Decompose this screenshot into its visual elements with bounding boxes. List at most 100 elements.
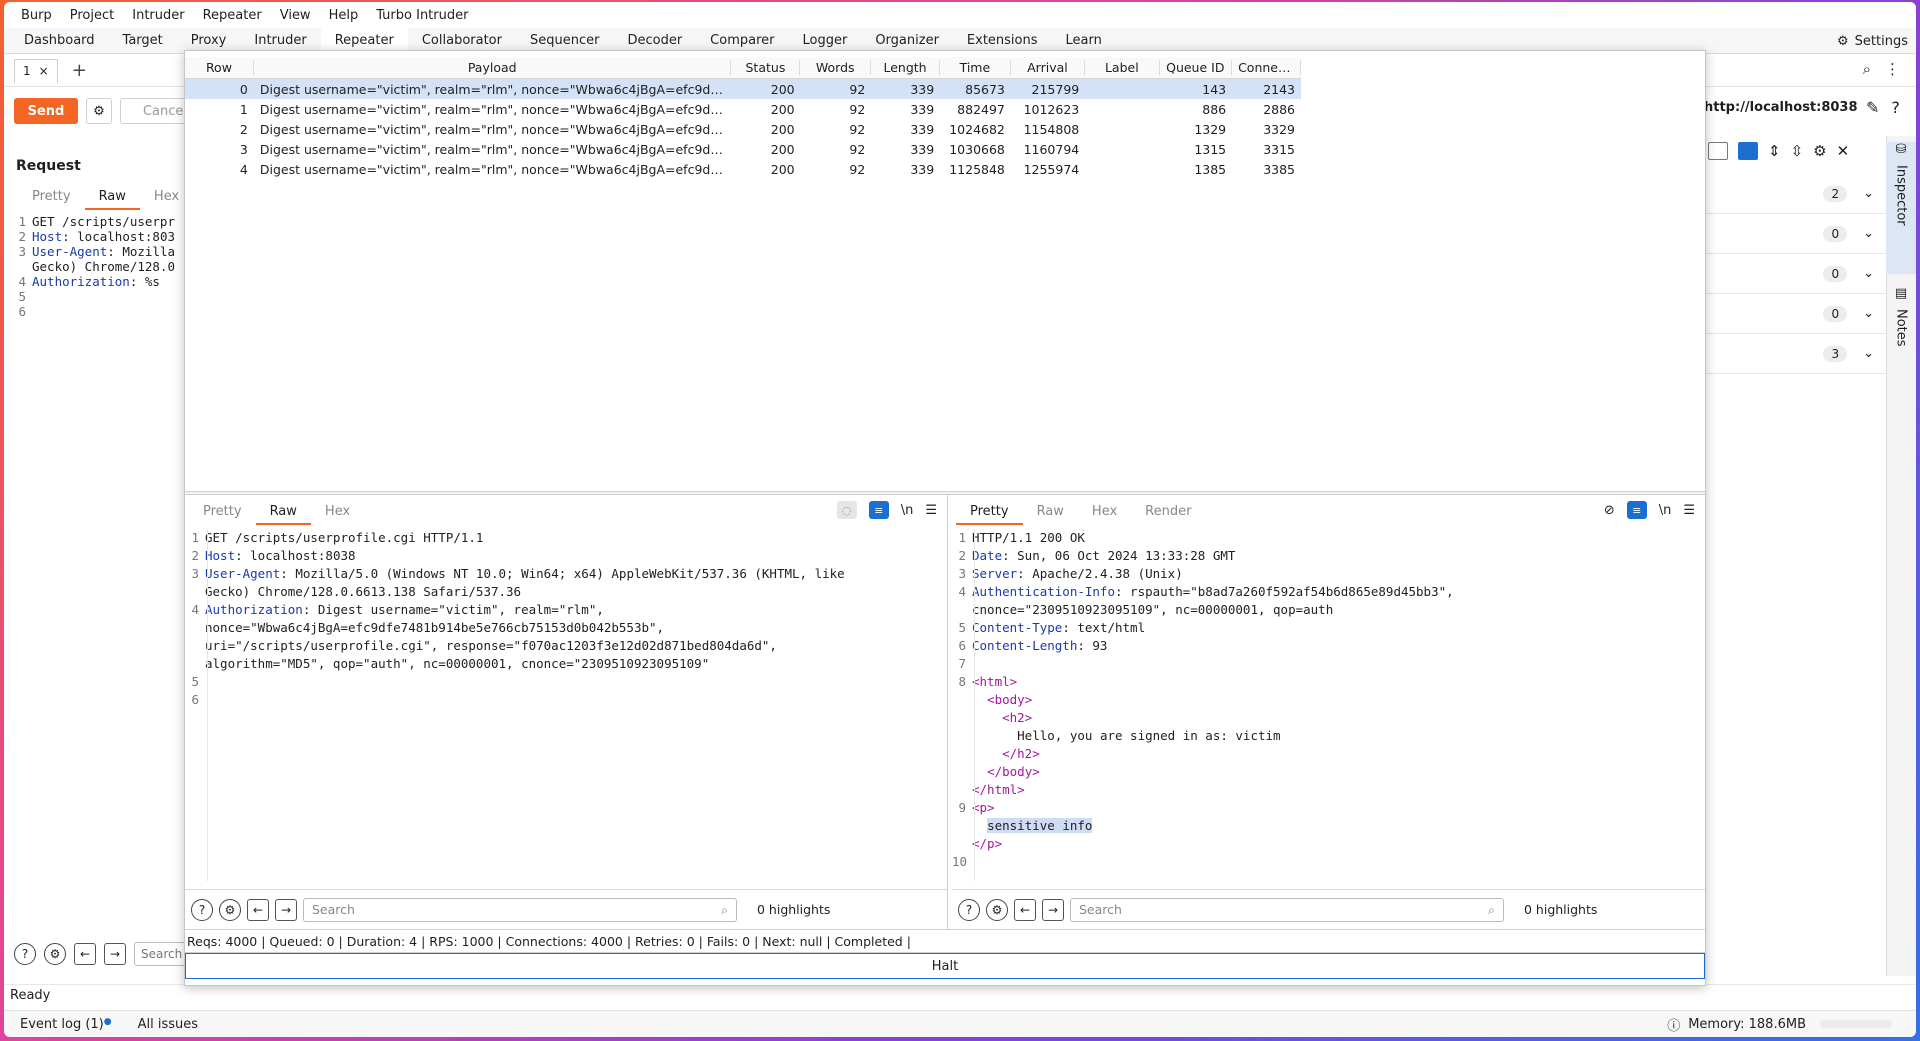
gear-icon: ⚙ (1837, 33, 1849, 49)
menu-icon[interactable]: ☰ (925, 503, 937, 518)
table-row[interactable]: 4 Digest username="victim", realm="rlm", … (185, 159, 1301, 179)
request-code-editor[interactable]: 1 GET /scripts/userprofile.cgi HTTP/1.1 2… (185, 529, 947, 881)
table-row[interactable]: 2 Digest username="victim", realm="rlm", … (185, 119, 1301, 139)
more-options-icon[interactable]: ⋮ (1885, 60, 1900, 78)
collapse-icon[interactable]: ⇳ (1791, 142, 1804, 160)
column-header[interactable]: Status (731, 60, 801, 75)
code-line: </h2> (972, 746, 1040, 761)
hide-icon[interactable]: ◌ (836, 501, 857, 519)
column-header[interactable]: Queue ID (1160, 60, 1233, 75)
menu-turbo-intruder[interactable]: Turbo Intruder (367, 8, 477, 23)
tab-pretty[interactable]: Pretty (956, 501, 1023, 525)
side-tab-inspector[interactable]: ⛁ Inspector (1886, 142, 1916, 274)
menu-view[interactable]: View (271, 8, 320, 23)
column-header[interactable]: Words (800, 60, 872, 75)
gear-icon[interactable]: ⚙ (986, 898, 1008, 921)
column-header[interactable]: Payload (254, 60, 732, 75)
inspector-section[interactable]: 0 ⌄ (1706, 294, 1886, 334)
column-header[interactable]: Label (1085, 60, 1160, 75)
menu-repeater[interactable]: Repeater (194, 8, 271, 23)
tab-hex[interactable]: Hex (1078, 501, 1131, 525)
wrap-lines-icon[interactable]: ≡ (868, 501, 889, 519)
add-tab-button[interactable]: + (72, 60, 87, 81)
send-button[interactable]: Send (14, 98, 78, 124)
close-icon[interactable]: ✕ (1837, 142, 1850, 160)
arrow-right-icon[interactable]: → (1042, 898, 1064, 921)
tab-raw[interactable]: Raw (255, 501, 311, 525)
arrow-left-icon[interactable]: ← (1014, 898, 1036, 921)
tab-dashboard[interactable]: Dashboard (10, 28, 109, 54)
tab-pretty[interactable]: Pretty (189, 501, 256, 525)
help-icon[interactable]: ? (191, 898, 213, 921)
arrow-right-icon[interactable]: → (275, 898, 297, 921)
tab-raw[interactable]: Raw (1023, 501, 1078, 525)
line-gutter (207, 529, 208, 881)
side-tab-notes[interactable]: ▤ Notes (1886, 286, 1916, 396)
tab-render[interactable]: Render (1131, 501, 1205, 525)
code-line: 1 GET /scripts/userpr (18, 214, 175, 229)
inspector-section[interactable]: 3 ⌄ (1706, 334, 1886, 374)
gear-icon[interactable]: ⚙ (44, 943, 66, 965)
menu-burp[interactable]: Burp (12, 8, 61, 23)
column-header[interactable]: Length (871, 60, 940, 75)
repeater-tab-1[interactable]: 1 × (14, 58, 58, 83)
response-code-viewer[interactable]: 1 HTTP/1.1 200 OK 2 Date: Sun, 06 Oct 2024… (952, 529, 1705, 881)
menu-project[interactable]: Project (61, 8, 123, 23)
inspector-section[interactable]: 0 ⌄ (1706, 214, 1886, 254)
code-line: 4 Authorization: Digest username="victim"… (191, 602, 604, 617)
count-badge: 3 (1823, 345, 1848, 362)
highlighted-text: sensitive info (987, 818, 1093, 833)
request-view-tabs: Pretty Raw Hex (18, 186, 193, 210)
settings-button[interactable]: ⚙ Settings (1837, 28, 1908, 54)
wrap-lines-icon[interactable]: ≡ (1626, 501, 1647, 519)
pencil-icon[interactable]: ✎ (1866, 98, 1879, 117)
help-icon[interactable]: ? (958, 898, 980, 921)
table-row[interactable]: 3 Digest username="victim", realm="rlm", … (185, 139, 1301, 159)
newline-toggle[interactable]: \n (1659, 503, 1672, 518)
inspector-section[interactable]: 0 ⌄ (1706, 254, 1886, 294)
hide-icon[interactable]: ⊘ (1604, 503, 1615, 518)
all-issues-button[interactable]: All issues (138, 1017, 198, 1032)
event-log-button[interactable]: Event log (1)● (20, 1017, 112, 1032)
settings-label: Settings (1854, 33, 1908, 49)
code-line: Gecko) Chrome/128.0.6613.138 Safari/537.… (205, 584, 522, 599)
request-tab-pretty[interactable]: Pretty (18, 186, 85, 210)
code-line: 6 (191, 692, 199, 707)
table-row[interactable]: 1 Digest username="victim", realm="rlm", … (185, 99, 1301, 119)
notes-icon: ▤ (1894, 286, 1908, 301)
close-icon[interactable]: × (39, 64, 49, 78)
inspector-section[interactable]: 2 ⌄ (1706, 174, 1886, 214)
arrow-right-icon[interactable]: → (104, 943, 126, 965)
table-row[interactable]: 0 Digest username="victim", realm="rlm", … (185, 79, 1301, 99)
tab-target[interactable]: Target (109, 28, 177, 54)
menu-icon[interactable]: ☰ (1683, 503, 1695, 518)
newline-toggle[interactable]: \n (901, 503, 914, 518)
help-icon[interactable]: ? (1891, 98, 1900, 117)
highlights-count: 0 highlights (1524, 902, 1598, 917)
response-search-input[interactable]: Search ⌕ (1070, 897, 1504, 922)
code-line: nonce="Wbwa6c4jBgA=efc9dfe7481b914be5e76… (205, 620, 665, 635)
request-tab-raw[interactable]: Raw (84, 186, 140, 210)
column-header[interactable]: Time (940, 60, 1011, 75)
column-header[interactable]: Connecti... (1232, 60, 1301, 75)
tab-hex[interactable]: Hex (311, 501, 364, 525)
expand-icon[interactable]: ⇕ (1768, 142, 1781, 160)
gear-icon[interactable]: ⚙ (1813, 142, 1826, 160)
request-search-input[interactable]: Search ⌕ (303, 897, 737, 922)
column-header[interactable]: Arrival (1011, 60, 1086, 75)
send-options-button[interactable]: ⚙ (86, 98, 112, 124)
layout-split-icon[interactable] (1708, 142, 1728, 160)
request-editor[interactable]: 1 GET /scripts/userpr 2 Host: localhost:80… (14, 214, 194, 934)
gear-icon[interactable]: ⚙ (219, 898, 241, 921)
layout-panel-icon[interactable] (1738, 142, 1758, 160)
arrow-left-icon[interactable]: ← (74, 943, 96, 965)
halt-button[interactable]: Halt (185, 953, 1705, 979)
search-icon[interactable]: ⌕ (1863, 60, 1871, 78)
search-icon: ⌕ (1487, 901, 1495, 917)
help-icon[interactable]: ? (14, 943, 36, 965)
menu-intruder[interactable]: Intruder (123, 8, 193, 23)
column-header[interactable]: Row (185, 60, 254, 75)
menu-help[interactable]: Help (320, 8, 368, 23)
arrow-left-icon[interactable]: ← (247, 898, 269, 921)
code-line: </p> (972, 836, 1003, 851)
